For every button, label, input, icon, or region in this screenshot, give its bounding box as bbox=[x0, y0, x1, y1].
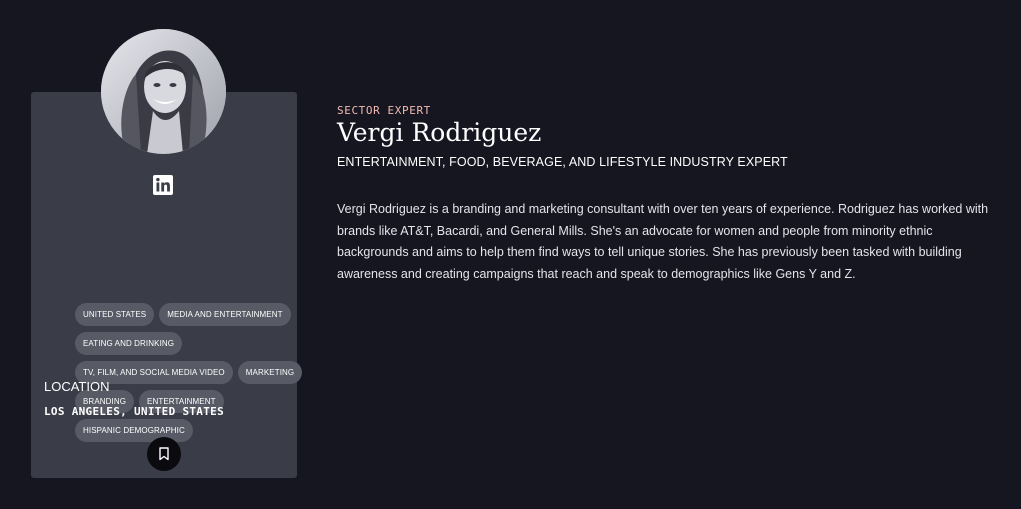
expert-bio: Vergi Rodriguez is a branding and market… bbox=[337, 202, 989, 281]
tag-hispanic-demographic[interactable]: HISPANIC DEMOGRAPHIC bbox=[75, 419, 193, 442]
tag-eating-and-drinking[interactable]: EATING AND DRINKING bbox=[75, 332, 183, 355]
sector-kicker: SECTOR EXPERT bbox=[337, 104, 431, 117]
profile-photo-icon bbox=[101, 29, 226, 154]
tag-united-states[interactable]: UNITED STATES bbox=[75, 303, 155, 326]
bookmark-icon bbox=[159, 447, 169, 461]
tag-media-and-entertainment[interactable]: MEDIA AND ENTERTAINMENT bbox=[159, 303, 291, 326]
avatar bbox=[101, 29, 226, 154]
tag-list: UNITED STATES MEDIA AND ENTERTAINMENT EA… bbox=[75, 303, 320, 442]
linkedin-icon[interactable] bbox=[153, 175, 173, 195]
location-label: LOCATION bbox=[44, 379, 110, 394]
expert-name: Vergi Rodriguez bbox=[337, 118, 542, 147]
bookmark-button[interactable] bbox=[147, 437, 181, 471]
expert-subtitle: ENTERTAINMENT, FOOD, BEVERAGE, AND LIFES… bbox=[337, 155, 788, 169]
location-value: LOS ANGELES, UNITED STATES bbox=[44, 405, 224, 418]
tag-marketing[interactable]: MARKETING bbox=[237, 361, 303, 384]
